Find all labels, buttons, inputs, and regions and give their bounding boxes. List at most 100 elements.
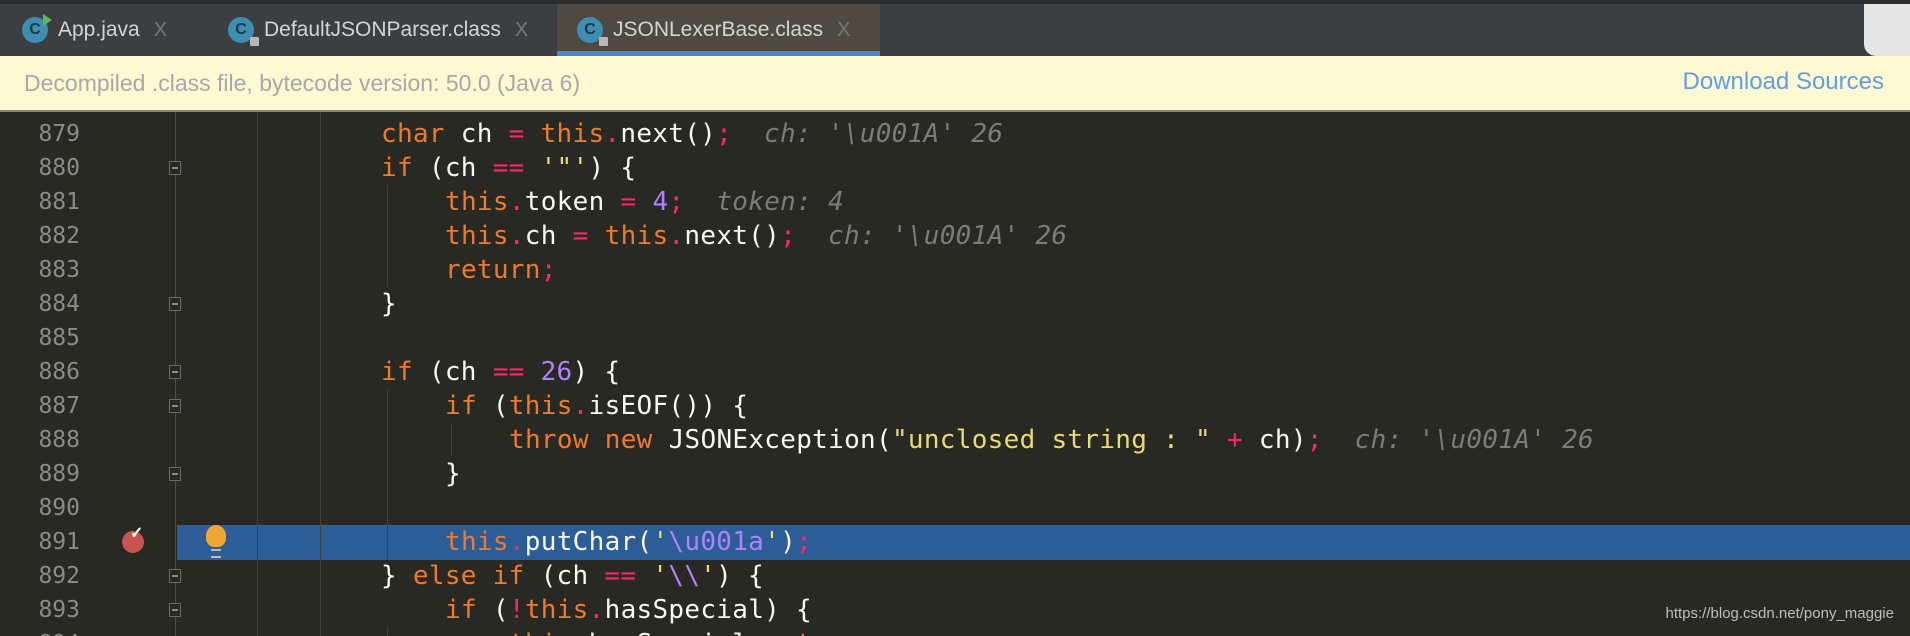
breakpoint-icon[interactable] <box>122 523 144 553</box>
identifier: next() <box>620 119 717 149</box>
identifier <box>1211 425 1227 455</box>
line-number[interactable]: 883 <box>0 253 80 287</box>
code-editor[interactable]: 879 char ch = this.next(); ch: '\u001A' 2… <box>0 112 1910 636</box>
inline-debug-value: ch: '\u001A' 26 <box>764 119 1004 149</box>
identifier: hasSpecial <box>589 629 765 636</box>
tab-default-json-parser[interactable]: C DefaultJSONParser.class X <box>212 4 557 56</box>
banner-text: Decompiled .class file, bytecode version… <box>24 70 581 96</box>
code-line[interactable]: 894 this.hasSpecial = true; <box>0 627 1910 636</box>
number-literal: 4 <box>652 187 669 217</box>
line-number[interactable]: 893 <box>0 593 80 627</box>
fold-end-icon[interactable] <box>169 297 181 311</box>
operator: . <box>508 527 525 557</box>
fold-start-icon[interactable] <box>169 365 181 379</box>
identifier: (ch <box>524 561 605 591</box>
code-line[interactable]: 887 if (this.isEOF()) { <box>0 389 1910 423</box>
line-number[interactable]: 889 <box>0 457 80 491</box>
download-sources-link[interactable]: Download Sources <box>1683 68 1884 96</box>
close-icon[interactable]: X <box>154 19 167 42</box>
identifier: next() <box>684 221 781 251</box>
identifier: } <box>381 561 413 591</box>
code-line[interactable]: 893 if (!this.hasSpecial) { <box>0 593 1910 627</box>
code-text: if (ch == 26) { <box>381 355 620 389</box>
code-line[interactable]: 889} <box>0 457 1910 491</box>
line-number[interactable]: 892 <box>0 559 80 593</box>
operator: = <box>572 221 589 251</box>
line-number[interactable]: 886 <box>0 355 80 389</box>
lightbulb-icon[interactable] <box>206 525 226 558</box>
identifier: (ch <box>412 357 493 387</box>
line-number[interactable]: 884 <box>0 287 80 321</box>
operator: . <box>508 221 525 251</box>
line-number[interactable]: 891 <box>0 525 80 559</box>
indent-guide <box>451 423 452 457</box>
java-class-run-icon: C <box>22 14 52 43</box>
code-line[interactable]: 890 <box>0 491 1910 525</box>
watermark: https://blog.csdn.net/pony_maggie <box>1665 605 1895 622</box>
tab-label: DefaultJSONParser.class <box>264 18 501 41</box>
code-line[interactable]: 884} <box>0 287 1910 321</box>
keyword: this <box>445 221 509 251</box>
line-number[interactable]: 894 <box>0 627 80 636</box>
line-number[interactable]: 882 <box>0 219 80 253</box>
line-number[interactable]: 885 <box>0 321 80 355</box>
identifier: isEOF()) { <box>588 391 749 421</box>
identifier: ( <box>476 595 509 625</box>
operator: ; <box>1306 425 1323 455</box>
identifier: ch) <box>1242 425 1307 455</box>
identifier: } <box>445 459 461 489</box>
line-number[interactable]: 890 <box>0 491 80 525</box>
escape-sequence: \\ <box>668 561 701 591</box>
identifier: token <box>524 187 621 217</box>
close-icon[interactable]: X <box>837 19 850 42</box>
code-text: if (ch == '"') { <box>381 151 636 185</box>
string-literal: ' <box>700 561 717 591</box>
tab-json-lexer-base[interactable]: C JSONLexerBase.class X <box>557 4 880 56</box>
line-number[interactable]: 879 <box>0 117 80 151</box>
line-number[interactable]: 880 <box>0 151 80 185</box>
code-line[interactable]: 881 this.token = 4; token: 4 <box>0 185 1910 219</box>
inline-debug-value: token: 4 <box>716 187 844 217</box>
keyword: if <box>381 357 413 387</box>
operator: = <box>508 119 525 149</box>
operator: ; <box>780 221 797 251</box>
line-number[interactable]: 881 <box>0 185 80 219</box>
close-icon[interactable]: X <box>515 19 528 42</box>
identifier <box>525 357 541 387</box>
fold-end-icon[interactable] <box>169 467 181 481</box>
tab-app-java[interactable]: C App.java X <box>0 4 212 56</box>
identifier: ) { <box>716 561 765 591</box>
code-line[interactable]: 879 char ch = this.next(); ch: '\u001A' 2… <box>0 117 1910 151</box>
fold-start-icon[interactable] <box>169 399 181 413</box>
decompiled-notice-banner: Decompiled .class file, bytecode version… <box>0 56 1910 112</box>
code-line[interactable]: 885 <box>0 321 1910 355</box>
indent-guide <box>387 389 388 559</box>
line-number[interactable]: 887 <box>0 389 80 423</box>
identifier: (ch <box>412 153 493 183</box>
code-line[interactable]: 886 if (ch == 26) { <box>0 355 1910 389</box>
code-text: this.ch = this.next(); ch: '\u001A' 26 <box>445 219 1067 253</box>
code-line[interactable]: 892} else if (ch == '\\') { <box>0 559 1910 593</box>
class-locked-icon: C <box>228 17 259 46</box>
operator: == <box>492 357 525 387</box>
code-line[interactable]: 891 this.putChar('\u001a'); <box>0 525 1910 559</box>
fold-start-icon[interactable] <box>169 161 181 175</box>
operator: . <box>572 391 589 421</box>
keyword: return <box>445 255 541 285</box>
identifier: hasSpecial) { <box>604 595 813 625</box>
fold-end-icon[interactable] <box>169 569 181 583</box>
code-text: if (!this.hasSpecial) { <box>445 593 812 627</box>
indent-guide <box>387 627 388 636</box>
code-text: this.token = 4; token: 4 <box>445 185 844 219</box>
fold-start-icon[interactable] <box>169 603 181 617</box>
keyword: new <box>604 425 653 455</box>
code-line[interactable]: 882 this.ch = this.next(); ch: '\u001A' 2… <box>0 219 1910 253</box>
code-line[interactable]: 888 throw new JSONException("unclosed str… <box>0 423 1910 457</box>
identifier: ) { <box>588 153 637 183</box>
code-line[interactable]: 883 return; <box>0 253 1910 287</box>
identifier: ) <box>780 527 797 557</box>
code-line[interactable]: 880 if (ch == '"') { <box>0 151 1910 185</box>
keyword: if <box>445 595 477 625</box>
line-number[interactable]: 888 <box>0 423 80 457</box>
escape-sequence: \u001a <box>668 527 765 557</box>
